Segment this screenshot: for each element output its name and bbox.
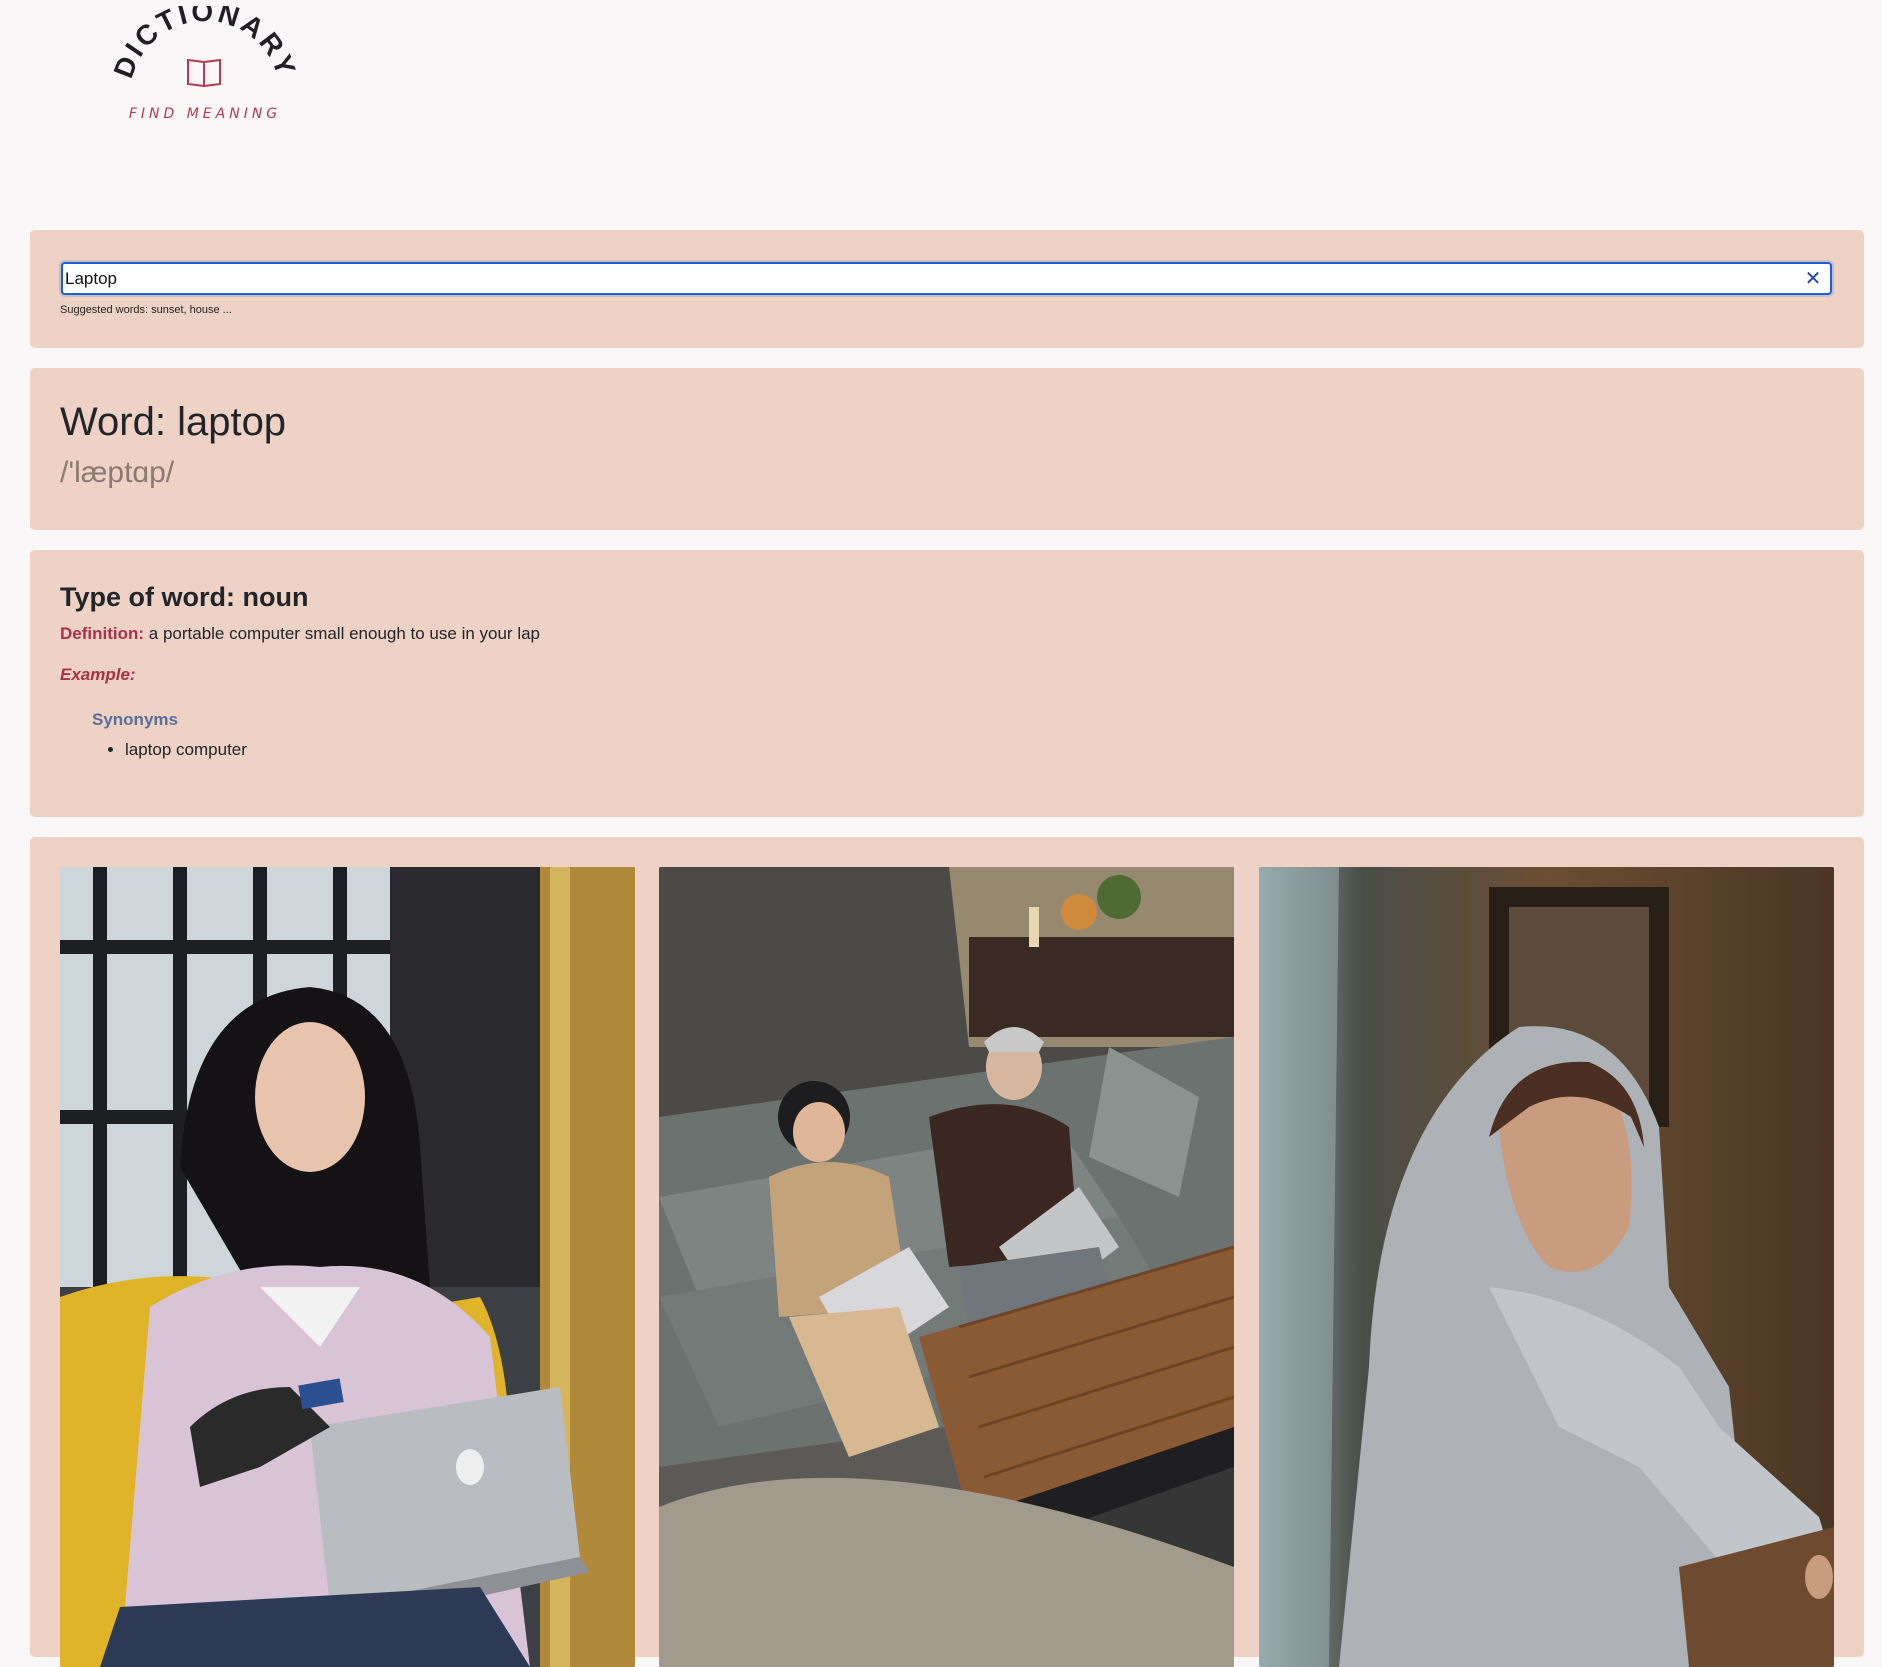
word-type-title: Type of word: noun bbox=[60, 582, 309, 612]
definition-text: a portable computer small enough to use … bbox=[144, 624, 541, 643]
photo-couple-sofa-laptops[interactable] bbox=[659, 867, 1234, 1667]
logo-graphic: DICTIONARY FIND MEANING bbox=[108, 0, 300, 122]
definition-card: Type of word: noun Definition: a portabl… bbox=[30, 550, 1864, 817]
search-card: ✕ Suggested words: sunset, house ... bbox=[30, 230, 1864, 348]
word-title: Word: laptop bbox=[60, 400, 287, 444]
search-box: ✕ bbox=[61, 262, 1832, 295]
images-card bbox=[30, 837, 1864, 1667]
logo-tagline: FIND MEANING bbox=[129, 106, 281, 122]
definition-label: Definition: bbox=[60, 624, 145, 643]
photo-woman-laptop-credit-card[interactable] bbox=[60, 867, 635, 1667]
example-label: Example: bbox=[60, 665, 136, 684]
synonym-item: laptop computer bbox=[125, 740, 247, 760]
definition-line: Definition: a portable computer small en… bbox=[60, 624, 540, 644]
synonyms-list: laptop computer bbox=[125, 740, 247, 760]
logo[interactable]: DICTIONARY FIND MEANING bbox=[108, 0, 300, 126]
suggested-words: Suggested words: sunset, house ... bbox=[60, 304, 232, 316]
phonetic: /'læptɑp/ bbox=[60, 456, 175, 489]
synonyms-label: Synonyms bbox=[92, 710, 178, 729]
search-input[interactable] bbox=[65, 266, 1795, 291]
clear-icon[interactable]: ✕ bbox=[1802, 268, 1824, 290]
book-icon bbox=[187, 58, 221, 88]
photo-woman-hijab-laptop[interactable] bbox=[1259, 867, 1834, 1667]
word-card: Word: laptop /'læptɑp/ bbox=[30, 368, 1864, 530]
